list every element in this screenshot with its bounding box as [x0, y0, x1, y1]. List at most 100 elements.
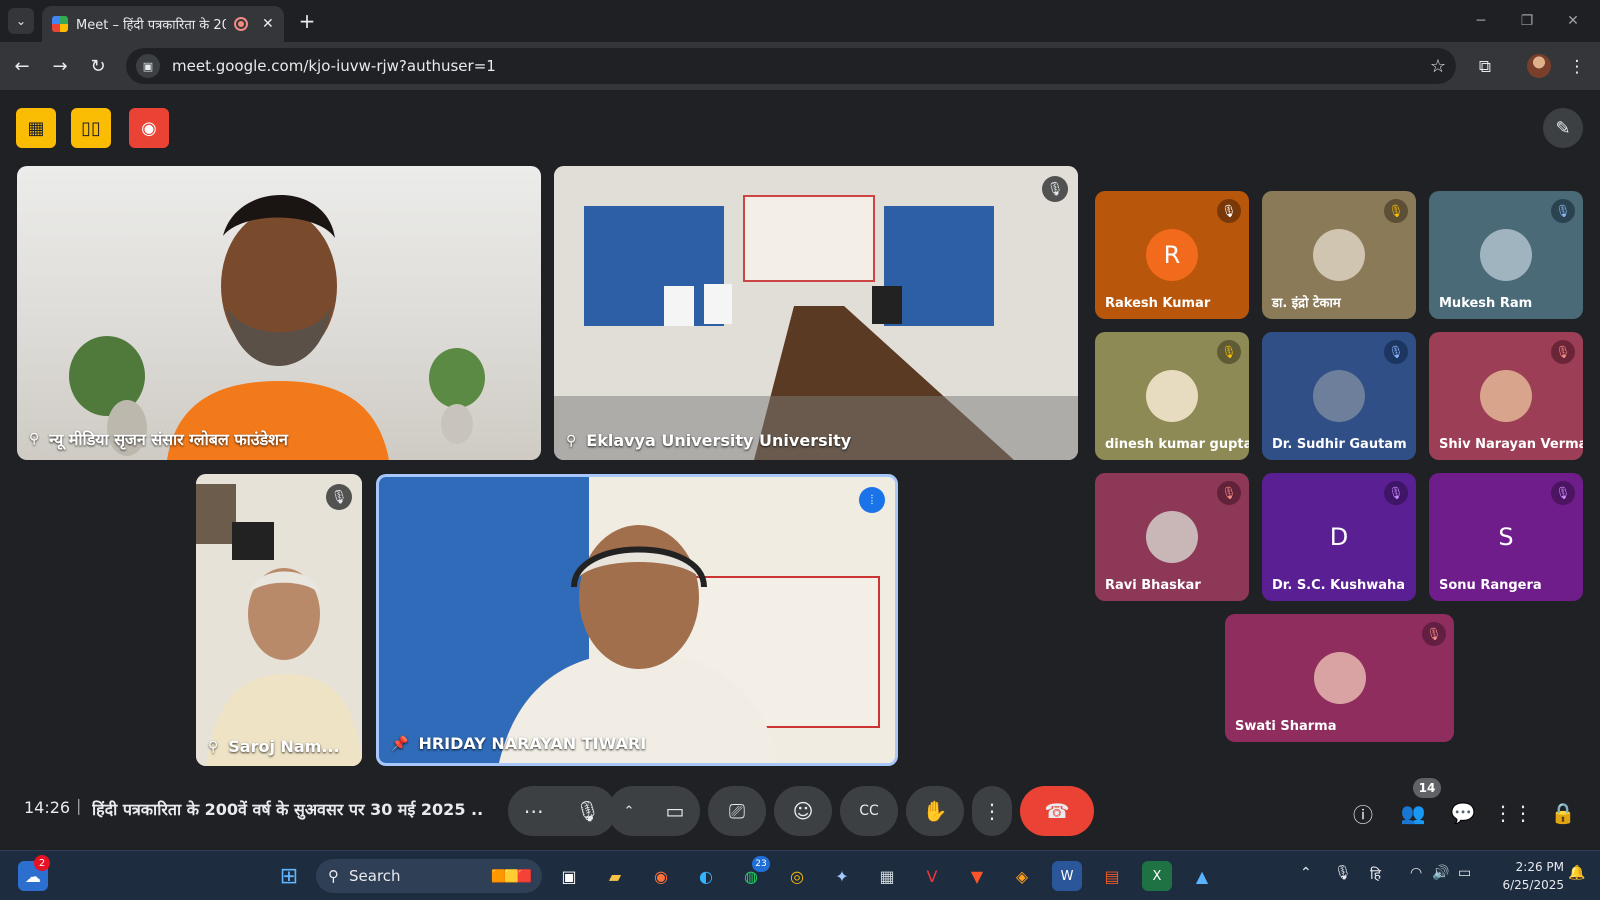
profile-avatar[interactable] — [1527, 54, 1551, 78]
wifi-icon[interactable]: ◠ — [1410, 865, 1422, 881]
search-placeholder: Search — [349, 867, 401, 885]
forward-icon[interactable]: → — [46, 52, 74, 80]
meet-stage: ▦ ▯▯ ◉ ✎ ⚲ न्यू मीडिया सृजन संसार ग्लोबल … — [0, 90, 1600, 850]
close-tab-icon[interactable]: ✕ — [262, 16, 274, 32]
winrar-icon[interactable]: ▤ — [1097, 861, 1127, 891]
chevron-up-icon[interactable]: ⌃ — [624, 804, 635, 819]
tile-name-label: ⚲ Eklavya University University — [566, 431, 852, 450]
task-view-icon[interactable]: ▣ — [554, 861, 584, 891]
close-window-icon[interactable]: ✕ — [1558, 6, 1588, 36]
participant-tile[interactable]: 🎙 Ravi Bhaskar — [1095, 473, 1249, 601]
speaker-video — [379, 477, 895, 763]
participant-tile[interactable]: R 🎙 Rakesh Kumar — [1095, 191, 1249, 319]
participant-name: डा. इंद्रो टेकाम — [1272, 296, 1341, 311]
active-tab[interactable]: Meet – हिंदी पत्रकारिता के 200 ✕ — [42, 6, 284, 42]
tab-title: Meet – हिंदी पत्रकारिता के 200 — [76, 18, 226, 33]
file-explorer-icon[interactable]: ▰ — [600, 861, 630, 891]
microphone-tray-icon[interactable]: 🎙 — [1334, 865, 1352, 881]
chevron-up-icon[interactable]: ⌃ — [1300, 865, 1312, 881]
notifications-bell-icon[interactable]: 🔔 — [1568, 865, 1585, 881]
chrome-icon[interactable]: ◎ — [782, 861, 812, 891]
extensions-icon[interactable]: ⧉ — [1472, 54, 1498, 80]
edge-icon[interactable]: ◐ — [691, 861, 721, 891]
mic-muted-icon: 🎙 — [1551, 481, 1575, 505]
new-tab-button[interactable]: + — [294, 8, 320, 34]
camera-control-group: ⌃ ▭ — [608, 786, 700, 836]
restore-icon[interactable]: ❐ — [1512, 6, 1542, 36]
reload-icon[interactable]: ↻ — [84, 52, 112, 80]
participant-tile[interactable]: 🎙 dinesh kumar gupta — [1095, 332, 1249, 460]
host-lock-icon[interactable]: 🔒 — [1548, 798, 1578, 828]
audio-settings-icon[interactable]: ⋯ — [524, 799, 544, 823]
photos-icon[interactable]: ▲ — [1187, 861, 1217, 891]
participant-name: Shiv Narayan Verma — [1439, 437, 1583, 452]
edit-pen-icon[interactable]: ✎ — [1543, 108, 1583, 148]
tab-search-button[interactable]: ⌄ — [8, 8, 34, 34]
leave-call-button[interactable]: ☎ — [1020, 786, 1094, 836]
video-tile-foundation[interactable]: ⚲ न्यू मीडिया सृजन संसार ग्लोबल फाउंडेशन — [17, 166, 541, 460]
excel-icon[interactable]: X — [1142, 861, 1172, 891]
bookmark-star-icon[interactable]: ☆ — [1430, 56, 1446, 77]
mic-muted-icon: 🎙 — [1422, 622, 1446, 646]
language-indicator[interactable]: हि — [1370, 865, 1381, 884]
word-icon[interactable]: W — [1052, 861, 1082, 891]
more-options-button[interactable]: ⋮ — [972, 786, 1012, 836]
emoji-icon: ☺ — [792, 799, 814, 823]
firefox-icon[interactable]: ◉ — [646, 861, 676, 891]
avatar — [1313, 652, 1366, 704]
camera-icon[interactable]: ▭ — [666, 799, 685, 823]
battery-icon[interactable]: ▭ — [1458, 865, 1471, 881]
raise-hand-button[interactable]: ✋ — [906, 786, 964, 836]
chat-icon[interactable]: 💬 — [1448, 798, 1478, 828]
taskbar-search[interactable]: ⚲ Search 🟧🟨🟥 — [316, 859, 542, 893]
browser-menu-icon[interactable]: ⋮ — [1564, 54, 1590, 80]
pin-icon[interactable]: ⚲ — [208, 739, 218, 755]
video-tile-saroj[interactable]: 🎙 ⚲ Saroj Nam... — [196, 474, 362, 766]
tile-name-label: ⚲ Saroj Nam... — [208, 737, 340, 756]
calculator-icon[interactable]: ▦ — [872, 861, 902, 891]
volume-icon[interactable]: 🔊 — [1432, 865, 1449, 881]
video-tile-hriday[interactable]: ⦙ 📌 HRIDAY NARAYAN TIWARI — [376, 474, 898, 766]
participant-tile[interactable]: 🎙 डा. इंद्रो टेकाम — [1262, 191, 1416, 319]
vivaldi-icon[interactable]: V — [917, 861, 947, 891]
participant-tile[interactable]: 🎙 Mukesh Ram — [1429, 191, 1583, 319]
site-info-icon[interactable]: ▣ — [136, 54, 160, 78]
brave-icon[interactable]: ▼ — [962, 861, 992, 891]
avatar — [1146, 511, 1198, 563]
hand-icon: ✋ — [922, 799, 948, 823]
breakout-rooms-icon[interactable]: ▯▯ — [71, 108, 111, 148]
meeting-title[interactable]: हिंदी पत्रकारिता के 200वें वर्ष के सुअवस… — [92, 798, 484, 820]
activities-icon[interactable]: ⋮⋮ — [1493, 798, 1533, 828]
app-icon[interactable]: ◈ — [1007, 861, 1037, 891]
participant-tile[interactable]: 🎙 Shiv Narayan Verma — [1429, 332, 1583, 460]
copilot-icon[interactable]: ✦ — [827, 861, 857, 891]
search-icon: ⚲ — [328, 867, 339, 885]
recording-icon[interactable]: ◉ — [129, 108, 169, 148]
present-screen-button[interactable]: ⎚ — [708, 786, 766, 836]
participant-tile[interactable]: 🎙 Dr. Sudhir Gautam — [1262, 332, 1416, 460]
reactions-button[interactable]: ☺ — [774, 786, 832, 836]
pin-icon[interactable]: 📌 — [391, 736, 408, 752]
search-highlight-icon: 🟧🟨🟥 — [491, 869, 532, 883]
microphone-icon[interactable]: 🎙 — [575, 799, 600, 823]
participant-tile[interactable]: S 🎙 Sonu Rangera — [1429, 473, 1583, 601]
avatar — [1480, 370, 1532, 422]
more-vertical-icon: ⋮ — [982, 799, 1002, 823]
minimize-icon[interactable]: ─ — [1466, 6, 1496, 36]
pin-icon[interactable]: ⚲ — [29, 431, 39, 447]
address-bar[interactable]: ▣ meet.google.com/kjo-iuvw-rjw?authuser=… — [126, 48, 1456, 84]
people-icon[interactable]: 👥 — [1398, 798, 1428, 828]
system-clock[interactable]: 2:26 PM 6/25/2025 — [1496, 858, 1564, 894]
captions-button[interactable]: CC — [840, 786, 898, 836]
host-controls-icon[interactable]: ▦ — [16, 108, 56, 148]
participant-name: Mukesh Ram — [1439, 296, 1533, 311]
notification-badge: 2 — [34, 855, 50, 871]
pin-icon[interactable]: ⚲ — [566, 433, 576, 449]
participant-tile[interactable]: D 🎙 Dr. S.C. Kushwaha — [1262, 473, 1416, 601]
start-windows-icon[interactable]: ⊞ — [274, 861, 304, 891]
meeting-info-icon[interactable]: ⓘ — [1348, 798, 1378, 828]
avatar — [1146, 370, 1198, 422]
back-icon[interactable]: ← — [8, 52, 36, 80]
participant-tile[interactable]: 🎙 Swati Sharma — [1225, 614, 1454, 742]
video-tile-eklavya[interactable]: 🎙 ⚲ Eklavya University University — [554, 166, 1078, 460]
